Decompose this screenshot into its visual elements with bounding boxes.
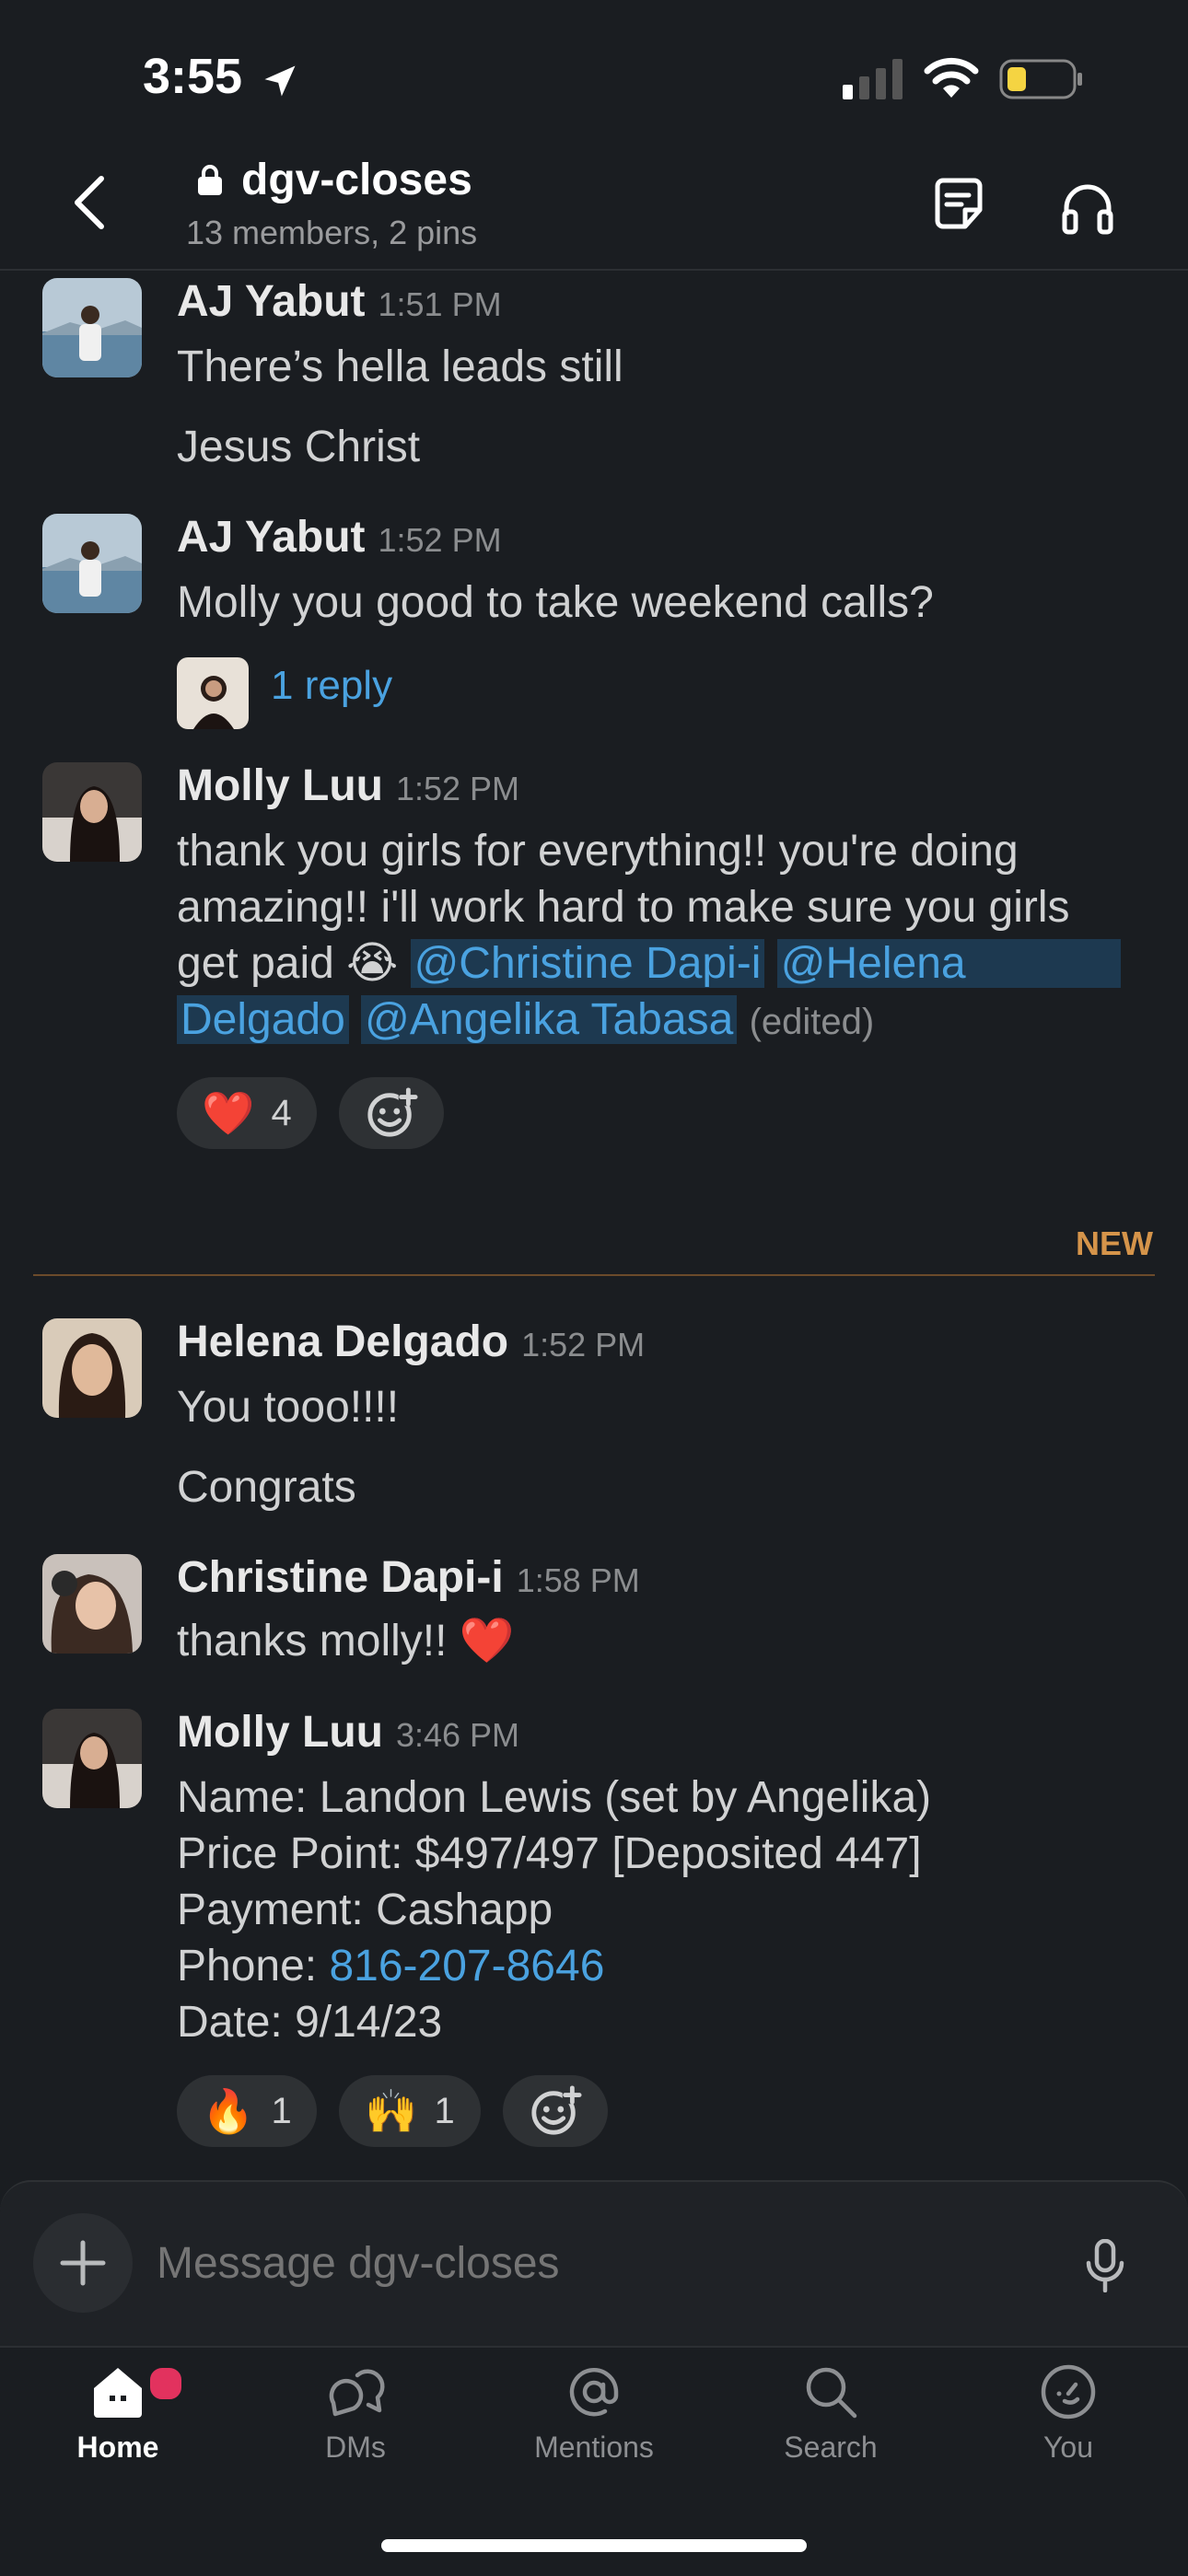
avatar-photo (42, 1554, 142, 1654)
avatar-photo (42, 1709, 142, 1808)
location-arrow-icon (264, 65, 296, 97)
message-timestamp: 3:46 PM (395, 1716, 520, 1754)
add-reaction-button[interactable] (339, 1077, 444, 1149)
reaction-fire[interactable]: 🔥 1 (177, 2075, 317, 2147)
attach-button[interactable] (33, 2213, 133, 2313)
avatar-photo (42, 514, 142, 613)
message-author[interactable]: AJ Yabut 1:52 PM (177, 512, 502, 563)
notification-dot (146, 2364, 185, 2403)
avatar[interactable] (42, 1709, 142, 1808)
message-author[interactable]: Molly Luu 1:52 PM (177, 760, 519, 811)
tab-dms[interactable]: DMs (273, 2362, 438, 2465)
new-messages-divider (33, 1274, 1155, 1276)
edited-label: (edited) (749, 1002, 875, 1042)
message-author[interactable]: Molly Luu 3:46 PM (177, 1707, 519, 1758)
headphones-icon[interactable] (1059, 179, 1116, 236)
tab-you[interactable]: You (985, 2362, 1151, 2465)
back-chevron-icon[interactable] (68, 175, 114, 230)
wifi-icon (924, 57, 979, 98)
thread-replies-link[interactable]: 1 reply (271, 663, 392, 709)
message-author[interactable]: Helena Delgado 1:52 PM (177, 1317, 645, 1367)
avatar[interactable] (42, 762, 142, 862)
cellular-signal-icon (843, 59, 903, 99)
mentions-icon (569, 2367, 619, 2417)
plus-icon (60, 2240, 106, 2286)
avatar-photo (42, 278, 142, 377)
user-mention[interactable]: @Helena (776, 939, 1121, 988)
thread-reply-avatar (177, 657, 249, 729)
message-timestamp: 1:58 PM (516, 1561, 640, 1599)
message-text: You tooo!!!! (177, 1383, 400, 1432)
add-reaction-button[interactable] (503, 2075, 608, 2147)
message-author[interactable]: Christine Dapi-i 1:58 PM (177, 1552, 640, 1603)
reaction-raised-hands[interactable]: 🙌 1 (339, 2075, 481, 2147)
message-timestamp: 1:52 PM (521, 1326, 646, 1363)
lock-icon (198, 165, 222, 195)
channel-title[interactable]: dgv-closes (241, 155, 472, 205)
new-messages-label: NEW (1076, 1224, 1153, 1262)
avatar[interactable] (42, 278, 142, 377)
user-mention[interactable]: Delgado (177, 995, 349, 1044)
tab-label: DMs (325, 2431, 386, 2464)
message-text: Name: Landon Lewis (set by Angelika) Pri… (177, 1773, 932, 2047)
canvas-icon[interactable] (930, 175, 987, 232)
tab-label: Mentions (534, 2431, 654, 2464)
channel-subtitle[interactable]: 13 members, 2 pins (186, 214, 477, 252)
add-reaction-icon (531, 2085, 582, 2135)
avatar[interactable] (42, 514, 142, 613)
avatar-photo (42, 762, 142, 862)
message-input[interactable] (155, 2237, 987, 2290)
tab-mentions[interactable]: Mentions (511, 2362, 677, 2465)
message-timestamp: 1:51 PM (378, 285, 502, 323)
message-text: There’s hella leads still (177, 342, 623, 391)
dms-icon (329, 2369, 385, 2417)
reaction-heart[interactable]: ❤️ 4 (177, 1077, 317, 1149)
home-icon (94, 2368, 142, 2418)
avatar-photo (42, 1318, 142, 1418)
tab-label: You (1043, 2431, 1093, 2464)
message-author[interactable]: AJ Yabut 1:51 PM (177, 276, 502, 327)
search-icon (806, 2367, 857, 2419)
message-timestamp: 1:52 PM (378, 521, 502, 559)
message-text: Molly you good to take weekend calls? (177, 578, 934, 627)
you-icon (1041, 2364, 1096, 2419)
phone-link[interactable]: 816-207-8646 (329, 1942, 604, 1990)
home-indicator (381, 2539, 807, 2552)
user-mention[interactable]: @Christine Dapi-i (410, 939, 765, 988)
message-timestamp: 1:52 PM (395, 770, 520, 807)
user-mention[interactable]: @Angelika Tabasa (361, 995, 738, 1044)
battery-icon (999, 59, 1082, 99)
status-time: 3:55 (143, 49, 243, 104)
add-reaction-icon (367, 1087, 418, 1137)
header-divider (0, 269, 1188, 271)
tab-label: Home (76, 2431, 159, 2464)
tab-search[interactable]: Search (748, 2362, 914, 2465)
message-text: Congrats (177, 1463, 356, 1512)
message-text: thanks molly!! ❤️ (177, 1617, 515, 1665)
message-text: Jesus Christ (177, 423, 421, 471)
avatar[interactable] (42, 1554, 142, 1654)
message-text: thank you girls for everything!! you're … (177, 823, 1153, 1050)
microphone-icon[interactable] (1085, 2239, 1125, 2292)
tab-label: Search (784, 2431, 878, 2464)
avatar[interactable] (42, 1318, 142, 1418)
